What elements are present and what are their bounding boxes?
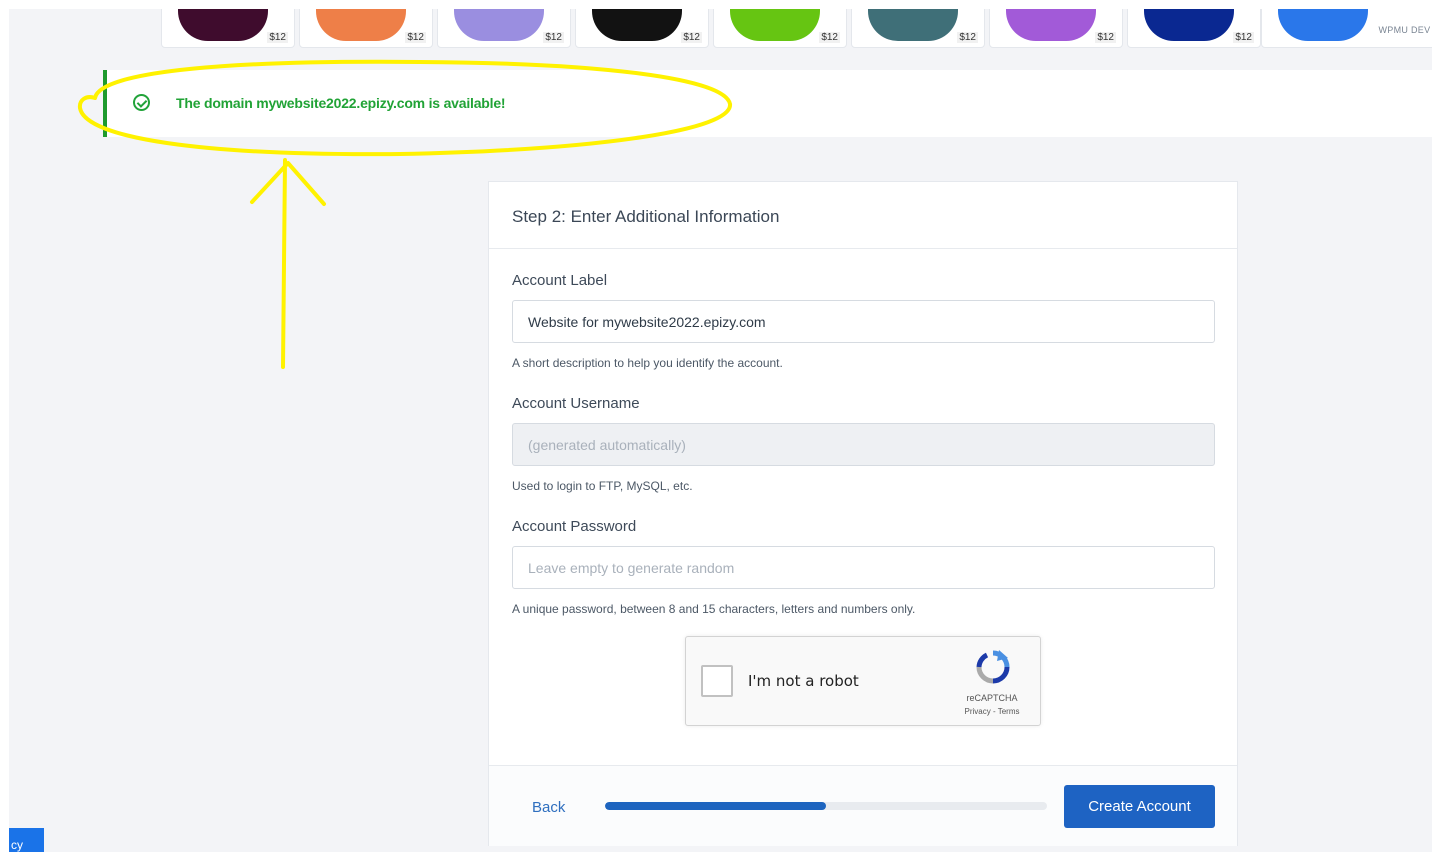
create-account-button[interactable]: Create Account [1064, 785, 1215, 828]
recaptcha-label: I'm not a robot [748, 672, 859, 690]
account-label-input[interactable] [512, 300, 1215, 343]
step-progress-fill [605, 802, 826, 810]
recaptcha-brand: reCAPTCHA [966, 693, 1018, 703]
recaptcha-checkbox[interactable] [701, 665, 733, 697]
back-link[interactable]: Back [532, 799, 565, 816]
account-label-help: A short description to help you identify… [512, 356, 783, 370]
privacy-tab[interactable]: cy [9, 828, 44, 852]
account-username-help: Used to login to FTP, MySQL, etc. [512, 479, 693, 493]
account-username-input [512, 423, 1215, 466]
recaptcha-widget: I'm not a robot reCAPTCHA Privacy - Term… [685, 636, 1041, 726]
theme-name: WPMU DEV I [1378, 25, 1432, 35]
theme-price: $12 [543, 32, 564, 43]
theme-price: $12 [1233, 32, 1254, 43]
theme-price: $12 [681, 32, 702, 43]
check-circle-icon [133, 94, 150, 111]
recaptcha-privacy-terms[interactable]: Privacy - Terms [954, 707, 1030, 716]
step-title: Step 2: Enter Additional Information [512, 207, 780, 226]
card-footer: Back Create Account [489, 765, 1237, 846]
account-password-help: A unique password, between 8 and 15 char… [512, 602, 916, 616]
alert-message: The domain mywebsite2022.epizy.com is av… [176, 95, 506, 111]
top-edge [0, 0, 1432, 9]
account-password-label: Account Password [512, 518, 637, 535]
account-form-card: Step 2: Enter Additional Information Acc… [488, 181, 1238, 846]
account-username-label: Account Username [512, 395, 640, 412]
step-progress-bar [605, 802, 1047, 810]
recaptcha-logo-icon [976, 650, 1010, 684]
left-edge [0, 0, 9, 852]
theme-price: $12 [405, 32, 426, 43]
theme-price: $12 [957, 32, 978, 43]
account-password-input[interactable] [512, 546, 1215, 589]
highlight-arrow-shaft [281, 158, 287, 369]
theme-price: $12 [819, 32, 840, 43]
theme-price: $12 [1095, 32, 1116, 43]
theme-price: $12 [267, 32, 288, 43]
account-label-label: Account Label [512, 272, 608, 289]
card-header: Step 2: Enter Additional Information [489, 182, 1237, 249]
domain-available-alert: The domain mywebsite2022.epizy.com is av… [103, 70, 1432, 137]
highlight-arrow-head [250, 161, 326, 206]
